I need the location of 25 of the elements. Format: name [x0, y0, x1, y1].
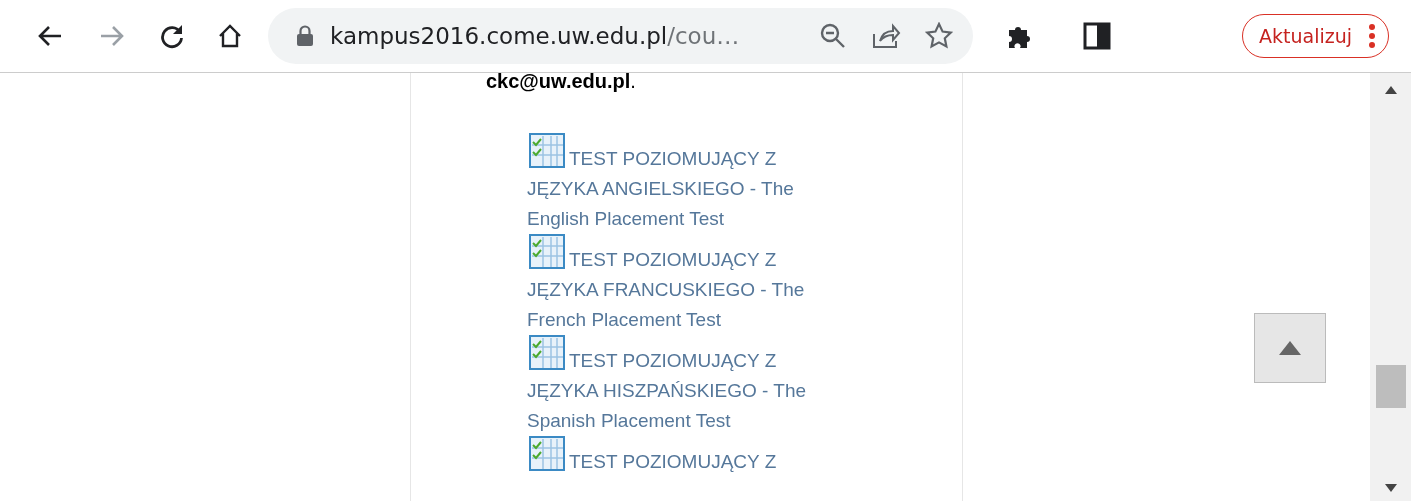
- quiz-link[interactable]: TEST POZIOMUJĄCY Z: [527, 436, 827, 477]
- quiz-link[interactable]: TEST POZIOMUJĄCY Z JĘZYKA FRANCUSKIEGO - The French Placement Test: [527, 234, 827, 335]
- scroll-down-icon: [1383, 483, 1398, 493]
- quiz-icon: [529, 335, 565, 371]
- quiz-link[interactable]: TEST POZIOMUJĄCY Z JĘZYKA HISZPAŃSKIEGO - The Spanish Placement Test: [527, 335, 827, 436]
- lock-icon: [296, 25, 314, 47]
- zoom-out-icon: [819, 22, 847, 50]
- quiz-link[interactable]: TEST POZIOMUJĄCY Z JĘZYKA ANGIELSKIEGO - The English Placement Test: [527, 133, 827, 234]
- quiz-icon: [529, 234, 565, 270]
- scroll-up-icon: [1383, 85, 1398, 95]
- address-bar[interactable]: kampus2016.come.uw.edu.pl/cou…: [268, 8, 973, 64]
- side-panel-icon: [1083, 22, 1111, 50]
- triangle-up-icon: [1278, 340, 1302, 356]
- email-text: ckc@uw.edu.pl.: [486, 69, 637, 93]
- more-icon: [1368, 23, 1376, 49]
- star-icon: [925, 22, 953, 50]
- url-text: kampus2016.come.uw.edu.pl/cou…: [330, 21, 740, 51]
- update-button[interactable]: Aktualizuj: [1242, 14, 1389, 58]
- quiz-icon: [529, 133, 565, 169]
- quiz-icon: [529, 436, 565, 472]
- scrollbar-thumb[interactable]: [1375, 365, 1406, 408]
- home-icon: [217, 23, 243, 49]
- share-icon: [871, 22, 901, 50]
- reload-icon: [159, 23, 185, 49]
- back-to-top-button[interactable]: [1254, 313, 1326, 383]
